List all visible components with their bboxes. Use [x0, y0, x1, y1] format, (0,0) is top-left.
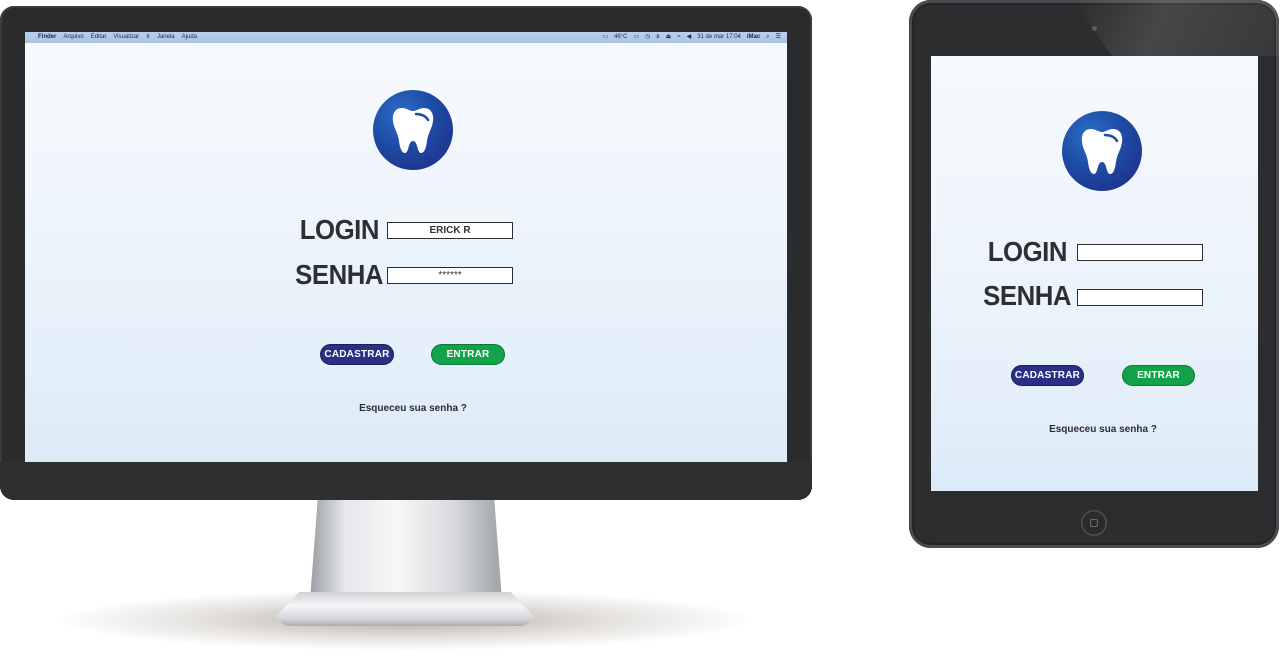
entrar-button[interactable]: ENTRAR: [431, 344, 505, 365]
wifi-icon[interactable]: ≈: [677, 32, 680, 43]
imac-chin: [0, 462, 812, 500]
imac-screen: Finder Arquivo Editar Visualizar Ir Jane…: [25, 32, 787, 464]
notification-center-icon[interactable]: ☰: [776, 32, 781, 43]
senha-input[interactable]: [1077, 289, 1203, 306]
clock-text[interactable]: 31 de mar 17:04: [697, 32, 741, 43]
user-name[interactable]: iMac: [747, 32, 760, 43]
login-label: LOGIN: [299, 214, 380, 245]
login-input[interactable]: [1077, 244, 1203, 261]
forgot-password-link[interactable]: Esqueceu sua senha ?: [325, 403, 501, 414]
bluetooth-icon[interactable]: ʙ: [656, 32, 659, 43]
menu-editar[interactable]: Editar: [91, 32, 107, 43]
eject-icon[interactable]: ⏏: [666, 32, 672, 43]
ipad-glare: [1074, 0, 1279, 56]
temperature-status: 46°C: [614, 34, 628, 40]
home-square-icon: [1090, 519, 1098, 527]
senha-label: SENHA: [295, 259, 383, 290]
tooth-logo-icon: [373, 90, 453, 170]
senha-input[interactable]: ******: [387, 267, 513, 284]
display-icon[interactable]: ▭: [602, 32, 608, 43]
cadastrar-button[interactable]: CADASTRAR: [320, 344, 394, 365]
cadastrar-button[interactable]: CADASTRAR: [1011, 365, 1084, 386]
menu-arquivo[interactable]: Arquivo: [63, 32, 83, 43]
imac-stand: [310, 500, 502, 600]
menu-janela[interactable]: Janela: [157, 32, 175, 43]
menu-ir[interactable]: Ir: [146, 32, 150, 43]
menubar-status: ▭ 46°C ▭ ◷ ʙ ⏏ ≈ ◀ 31 de mar 17:04 iMac …: [602, 32, 781, 43]
entrar-button[interactable]: ENTRAR: [1122, 365, 1195, 386]
tooth-logo-icon: [1062, 111, 1142, 191]
home-button[interactable]: [1081, 510, 1107, 536]
ipad-screen: LOGIN SENHA CADASTRAR ENTRAR Esqueceu su…: [931, 56, 1258, 491]
time-machine-icon[interactable]: ◷: [645, 32, 650, 43]
imac-monitor: Finder Arquivo Editar Visualizar Ir Jane…: [0, 6, 812, 500]
ipad-device: LOGIN SENHA CADASTRAR ENTRAR Esqueceu su…: [909, 0, 1279, 548]
senha-label: SENHA: [983, 280, 1071, 311]
volume-icon[interactable]: ◀: [687, 32, 692, 43]
mac-menubar: Finder Arquivo Editar Visualizar Ir Jane…: [25, 32, 787, 43]
menu-ajuda[interactable]: Ajuda: [182, 32, 197, 43]
login-label: LOGIN: [987, 236, 1068, 267]
spotlight-icon[interactable]: ⌕: [766, 32, 769, 43]
airplay-icon[interactable]: ▭: [633, 32, 639, 43]
menu-visualizar[interactable]: Visualizar: [113, 32, 139, 43]
login-input[interactable]: ERICK R: [387, 222, 513, 239]
camera-icon: [1092, 26, 1097, 31]
forgot-password-link[interactable]: Esqueceu sua senha ?: [1013, 424, 1193, 435]
menu-finder[interactable]: Finder: [38, 32, 56, 43]
imac-base: [276, 592, 534, 626]
